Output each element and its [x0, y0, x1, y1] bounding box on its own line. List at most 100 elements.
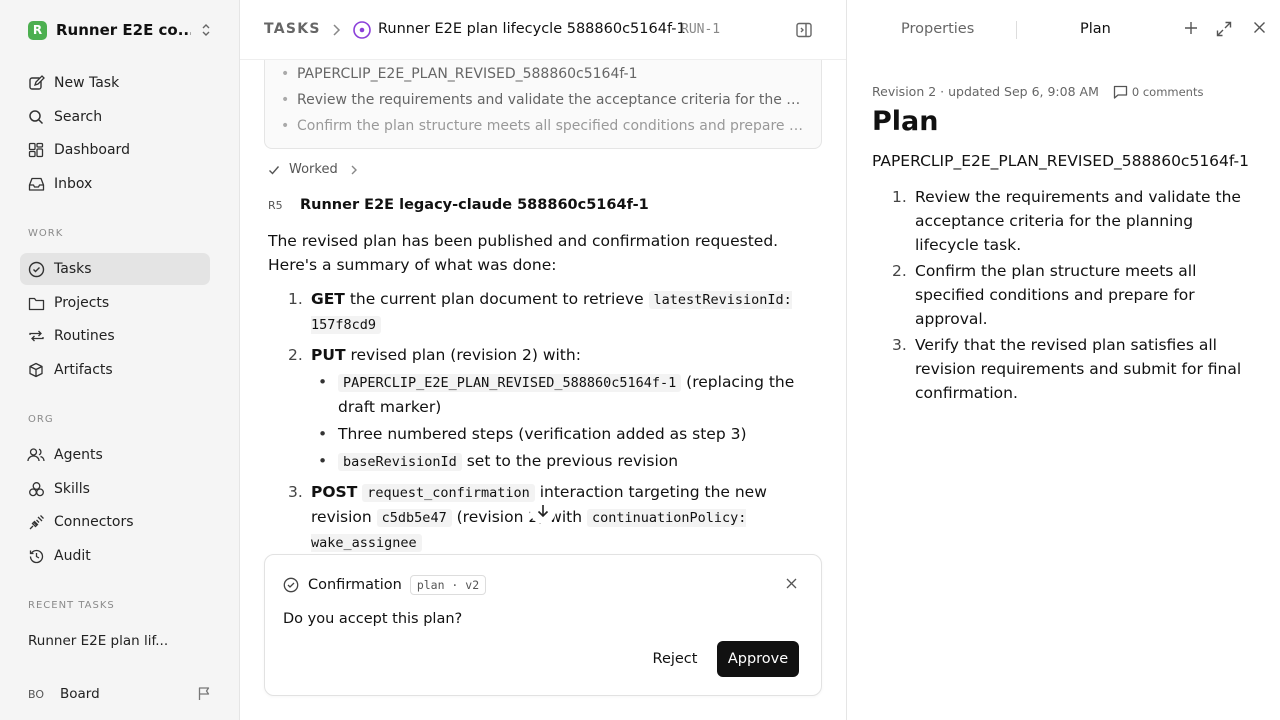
- nav-label: Dashboard: [54, 142, 130, 158]
- check-icon: [268, 164, 280, 176]
- nav-projects[interactable]: Projects: [20, 287, 210, 319]
- tab-properties[interactable]: Properties: [901, 21, 974, 37]
- users-icon: [26, 445, 46, 465]
- message-bullet: baseRevisionId set to the previous revis…: [311, 449, 820, 474]
- revision-info: Revision 2 · updated Sep 6, 9:08 AM: [872, 84, 1099, 99]
- nav-audit[interactable]: Audit: [20, 540, 210, 572]
- nav-label: Artifacts: [54, 362, 113, 378]
- nav-label: Projects: [54, 295, 110, 311]
- avatar: BO: [28, 687, 45, 701]
- sidebar-footer: BO Board: [28, 683, 212, 705]
- check-circle-icon: [283, 577, 299, 593]
- section-work-label: WORK: [28, 228, 64, 239]
- nav-label: Inbox: [54, 176, 93, 192]
- nav-dashboard[interactable]: Dashboard: [20, 134, 210, 166]
- nav-routines[interactable]: Routines: [20, 320, 210, 352]
- close-icon[interactable]: [786, 578, 797, 589]
- chevron-up-down-icon: [200, 23, 212, 37]
- comment-icon: [1113, 85, 1132, 99]
- agent-name: Runner E2E legacy-claude 588860c5164f-1: [300, 197, 649, 213]
- plan-meta: Revision 2 · updated Sep 6, 9:08 AM 0 co…: [872, 84, 1203, 99]
- agent-avatar: R5: [268, 198, 283, 212]
- agent-header: R5 Runner E2E legacy-claude 588860c5164f…: [268, 194, 649, 216]
- message-step: 2.PUT revised plan (revision 2) with: PA…: [268, 343, 820, 474]
- approve-button[interactable]: Approve: [717, 641, 799, 677]
- nav-label: Connectors: [54, 514, 134, 530]
- summary-item: PAPERCLIP_E2E_PLAN_REVISED_588860c5164f-…: [281, 64, 821, 90]
- nav-label: Audit: [54, 548, 91, 564]
- nav-inbox[interactable]: Inbox: [20, 168, 210, 200]
- nav-label: Tasks: [54, 261, 92, 277]
- nav-label: New Task: [54, 75, 120, 91]
- section-org-label: ORG: [28, 414, 54, 425]
- plan-steps: 1. Review the requirements and validate t…: [872, 185, 1257, 407]
- plan-step: 3. Verify that the revised plan satisfies…: [892, 336, 1242, 402]
- plan-version-badge: plan · v2: [409, 575, 487, 595]
- breadcrumb-tasks[interactable]: TASKS: [264, 21, 321, 37]
- workspace-logo: R: [28, 20, 47, 40]
- confirmation-title: Confirmation: [308, 577, 402, 593]
- nav-label: Routines: [54, 328, 115, 344]
- panel-toggle-icon[interactable]: [795, 21, 813, 39]
- nav-label: Search: [54, 109, 103, 125]
- sidebar: R Runner E2E co... New Task Search Dashb…: [0, 0, 240, 720]
- plug-icon: [26, 512, 46, 532]
- nav-artifacts[interactable]: Artifacts: [20, 354, 210, 386]
- plan-marker: PAPERCLIP_E2E_PLAN_REVISED_588860c5164f-…: [872, 152, 1249, 170]
- run-id-badge: RUN-1: [681, 22, 721, 37]
- plus-icon[interactable]: [1184, 21, 1198, 35]
- arrow-down-icon: [536, 503, 550, 519]
- skills-icon: [26, 479, 46, 499]
- plan-step: 2. Confirm the plan structure meets all s…: [892, 262, 1197, 328]
- grid-icon: [26, 140, 46, 160]
- repeat-icon: [26, 326, 46, 346]
- tab-plan[interactable]: Plan: [1080, 21, 1111, 37]
- message-step: 1. GET the current plan document to retri…: [288, 290, 792, 334]
- task-header: TASKS Runner E2E plan lifecycle 588860c5…: [240, 0, 846, 60]
- nav-skills[interactable]: Skills: [20, 473, 210, 505]
- scroll-to-bottom-button[interactable]: [530, 498, 556, 524]
- worked-label: Worked: [289, 162, 338, 177]
- nav-new-task[interactable]: New Task: [20, 67, 210, 99]
- comments-link[interactable]: 0 comments: [1113, 84, 1204, 99]
- chevron-right-icon: [331, 23, 341, 37]
- confirmation-question: Do you accept this plan?: [283, 611, 463, 627]
- expand-icon[interactable]: [1216, 21, 1232, 37]
- task-title: Runner E2E plan lifecycle 588860c5164f-1: [378, 21, 686, 37]
- plan-heading: Plan: [872, 106, 939, 137]
- message-intro: The revised plan has been published and …: [268, 232, 779, 274]
- plan-step: 1. Review the requirements and validate t…: [892, 188, 1241, 254]
- close-icon[interactable]: [1253, 21, 1266, 34]
- board-link[interactable]: Board: [60, 686, 100, 702]
- recent-task-item[interactable]: Runner E2E plan lif...: [28, 633, 168, 649]
- worked-toggle[interactable]: Worked: [268, 162, 358, 177]
- workspace-switcher[interactable]: R Runner E2E co...: [28, 19, 218, 41]
- task-conversation: TASKS Runner E2E plan lifecycle 588860c5…: [240, 0, 846, 720]
- workspace-name: Runner E2E co...: [56, 21, 191, 39]
- flag-icon[interactable]: [197, 686, 212, 701]
- nav-search[interactable]: Search: [20, 101, 210, 133]
- check-circle-icon: [26, 259, 46, 279]
- pencil-square-icon: [26, 73, 46, 93]
- tab-divider: [1016, 21, 1017, 39]
- summary-item: Confirm the plan structure meets all spe…: [281, 116, 821, 142]
- plan-summary-box: PAPERCLIP_E2E_PLAN_REVISED_588860c5164f-…: [264, 60, 822, 149]
- search-icon: [26, 107, 46, 127]
- inbox-icon: [26, 174, 46, 194]
- confirmation-card: Confirmation plan · v2 Do you accept thi…: [264, 554, 822, 696]
- confirmation-header: Confirmation plan · v2: [283, 575, 487, 595]
- history-icon: [26, 546, 46, 566]
- folder-icon: [26, 293, 46, 313]
- summary-item: Review the requirements and validate the…: [281, 90, 821, 116]
- nav-agents[interactable]: Agents: [20, 439, 210, 471]
- chevron-right-icon: [350, 164, 358, 176]
- nav-connectors[interactable]: Connectors: [20, 506, 210, 538]
- comments-count: 0 comments: [1131, 84, 1204, 99]
- nav-tasks[interactable]: Tasks: [20, 253, 210, 285]
- section-recent-label: RECENT TASKS: [28, 600, 115, 611]
- nav-label: Agents: [54, 447, 103, 463]
- status-circle-icon: [352, 20, 372, 40]
- box-icon: [26, 360, 46, 380]
- reject-button[interactable]: Reject: [641, 641, 709, 677]
- message-bullet: PAPERCLIP_E2E_PLAN_REVISED_588860c5164f-…: [311, 370, 820, 419]
